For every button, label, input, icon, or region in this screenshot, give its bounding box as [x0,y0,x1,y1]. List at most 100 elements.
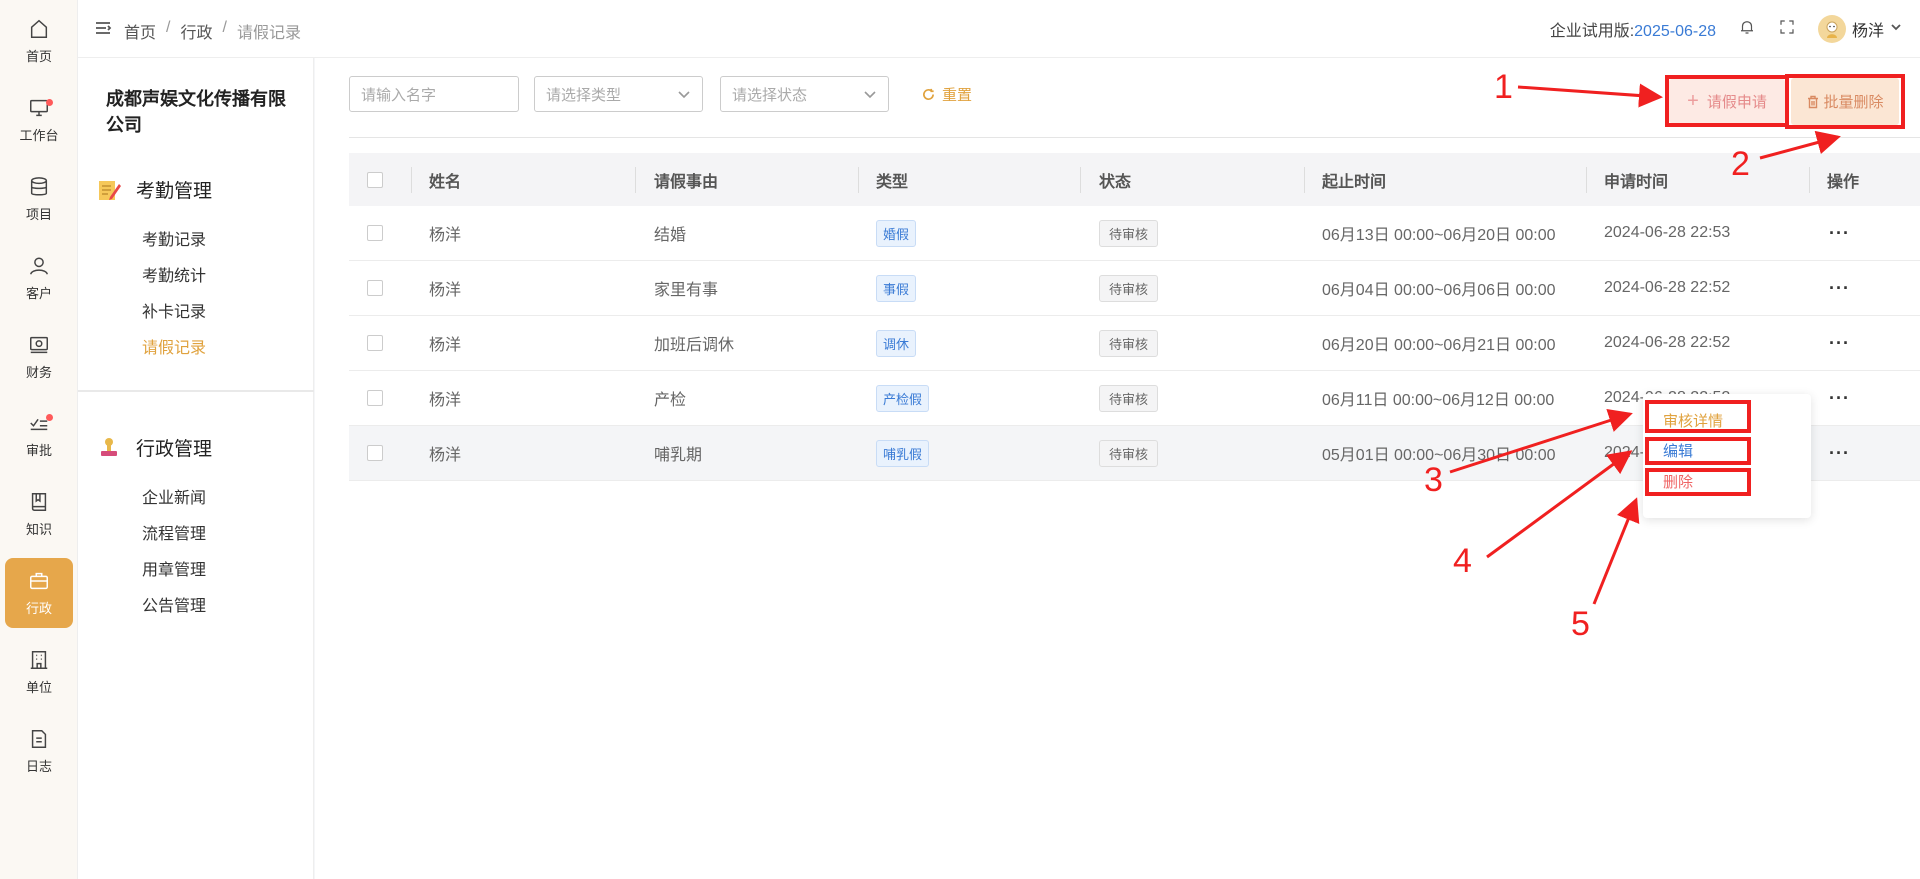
more-actions-icon[interactable]: ··· [1829,426,1850,480]
reset-button[interactable]: 重置 [922,84,972,105]
company-name: 成都声娱文化传播有限公司 [106,89,286,135]
chevron-down-icon [864,91,876,99]
rail-item-knowledge[interactable]: 知识 [5,479,73,549]
avatar [1817,15,1846,43]
briefcase-icon [30,572,48,589]
header-cell: 类型 [876,173,909,191]
trial-label: 企业试用版: [1549,23,1635,40]
rail-label: 知识 [25,521,52,537]
group-title-label: 行政管理 [136,439,213,460]
finance-icon [30,336,48,353]
header-cell [367,153,383,206]
name-cell: 杨洋 [429,392,462,409]
book-icon [31,492,47,511]
subnav-item-makeup-records[interactable]: 补卡记录 [142,298,206,322]
column-separator [1586,167,1587,193]
more-actions-icon[interactable]: ··· [1829,316,1850,370]
row-checkbox[interactable] [367,445,383,461]
type-cell: 婚假 [876,206,917,260]
period-cell: 06月11日 00:00~06月12日 00:00 [1322,392,1555,409]
rail-label: 财务 [25,364,52,380]
rail-item-workbench[interactable]: 工作台 [5,85,73,155]
more-actions-icon[interactable]: ··· [1829,371,1850,425]
breadcrumb-admin[interactable]: 行政 [180,19,212,43]
group-attendance: 考勤管理 [96,176,212,203]
row-checkbox[interactable] [367,390,383,406]
fullscreen-icon[interactable] [1778,18,1796,41]
annotation-box-3 [1645,400,1751,433]
rail-item-finance[interactable]: 财务 [5,322,73,392]
table-row: 杨洋 结婚 婚假 待审核 06月13日 00:00~06月20日 00:00 2… [349,206,1920,261]
row-checkbox[interactable] [367,225,383,241]
subnav-item-attendance-records[interactable]: 考勤记录 [142,226,206,250]
chevron-down-icon [1890,20,1902,38]
column-separator [411,167,412,193]
name-cell: 杨洋 [429,227,462,244]
breadcrumb-current: 请假记录 [236,25,301,42]
header-right: 企业试用版:2025-06-28 杨洋 [1550,14,1902,44]
status-badge: 待审核 [1099,274,1159,302]
period-cell: 06月13日 00:00~06月20日 00:00 [1322,227,1556,244]
rail-label: 项目 [25,206,52,222]
applied-cell: 2024-06-28 22:53 [1604,224,1731,241]
status-cell: 待审核 [1099,206,1159,260]
user-menu[interactable]: 杨洋 [1817,15,1902,43]
more-actions-icon[interactable]: ··· [1829,261,1850,315]
select-all-checkbox[interactable] [367,171,383,188]
subnav-item-process-management[interactable]: 流程管理 [142,520,206,544]
menu-toggle-icon[interactable] [94,19,112,37]
rail-item-admin[interactable]: 行政 [5,558,73,628]
type-tag: 婚假 [876,219,917,247]
type-select[interactable]: 请选择类型 [534,76,703,112]
type-cell: 事假 [876,261,917,315]
notepad-icon [99,180,121,200]
rail-item-project[interactable]: 项目 [5,164,73,234]
annotation-box-1 [1665,75,1789,127]
status-cell: 待审核 [1099,426,1159,480]
breadcrumb-home[interactable]: 首页 [124,19,156,43]
annotation-number-4: 4 [1453,542,1472,580]
subnav-item-announcement-management[interactable]: 公告管理 [142,592,206,616]
more-actions-icon[interactable]: ··· [1829,206,1850,260]
subnav-item-leave-records[interactable]: 请假记录 [142,334,206,358]
top-header: 首页 / 行政 / 请假记录 企业试用版:2025-06-28 杨洋 [78,0,1920,58]
rail-item-customer[interactable]: 客户 [5,243,73,313]
name-search-input[interactable]: 请输入名字 [349,76,519,112]
status-select[interactable]: 请选择状态 [720,76,889,112]
toolbar-divider [349,137,1920,138]
trial-date: 2025-06-28 [1634,23,1716,40]
bell-icon[interactable] [1738,18,1756,41]
document-icon [31,729,47,748]
type-cell: 哺乳假 [876,426,930,480]
rail-item-unit[interactable]: 单位 [5,637,73,707]
annotation-box-4 [1645,437,1751,465]
row-checkbox[interactable] [367,335,383,351]
subnav-item-attendance-stats[interactable]: 考勤统计 [142,262,206,286]
rail-item-log[interactable]: 日志 [5,716,73,786]
row-checkbox[interactable] [367,280,383,296]
annotation-number-2: 2 [1731,145,1750,183]
annotation-number-1: 1 [1494,68,1513,106]
rail-item-approval[interactable]: 审批 [5,400,73,470]
header-cell: 操作 [1827,173,1860,191]
rail-label: 日志 [25,758,52,774]
subnav-item-seal-management[interactable]: 用章管理 [142,556,206,580]
subnav-item-company-news[interactable]: 企业新闻 [142,484,206,508]
period-cell: 06月04日 00:00~06月06日 00:00 [1322,282,1556,299]
rail-label: 首页 [25,48,52,64]
breadcrumb: 首页 / 行政 / 请假记录 [124,19,301,43]
group-administration: 行政管理 [96,434,212,461]
type-select-placeholder: 请选择类型 [546,86,622,104]
reason-cell: 哺乳期 [654,447,703,464]
breadcrumb-separator: / [166,19,171,36]
secondary-sidebar: 成都声娱文化传播有限公司 考勤管理 考勤记录 考勤统计 补卡记录 请假记录 行政… [78,58,314,879]
rail-label: 行政 [25,600,52,616]
status-cell: 待审核 [1099,371,1159,425]
name-cell: 杨洋 [429,447,462,464]
status-cell: 待审核 [1099,261,1159,315]
annotation-box-5 [1645,468,1751,496]
header-cell: 姓名 [429,173,462,191]
type-tag: 调休 [876,329,917,357]
refresh-icon [923,88,934,100]
rail-item-home[interactable]: 首页 [5,6,73,76]
